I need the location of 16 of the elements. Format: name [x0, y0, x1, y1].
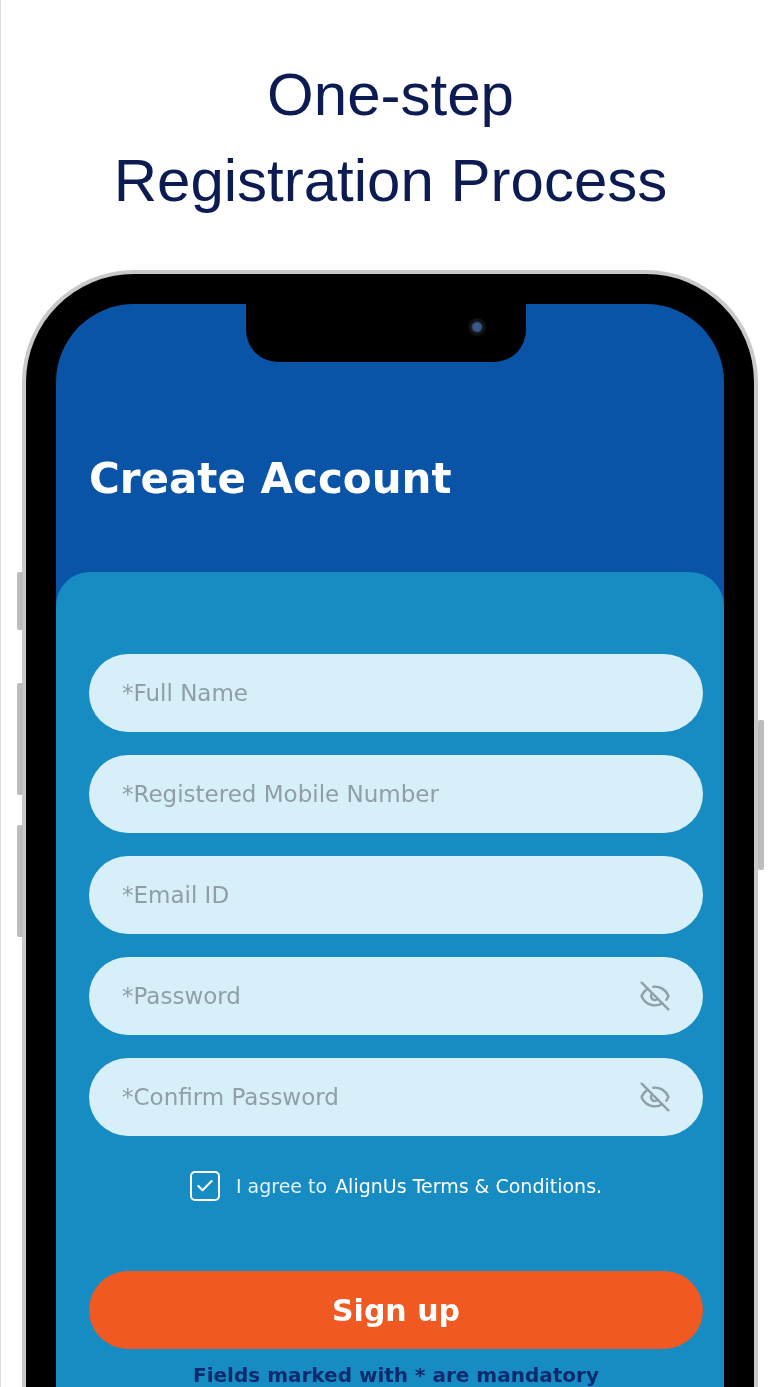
- camera-icon: [468, 318, 486, 336]
- input-field[interactable]: *Password: [89, 957, 703, 1035]
- screen-title: Create Account: [89, 454, 452, 503]
- input-field[interactable]: *Full Name: [89, 654, 703, 732]
- checkbox[interactable]: [189, 1171, 220, 1201]
- headline: One-step: [267, 60, 514, 130]
- input-field[interactable]: *Confirm Password: [89, 1058, 703, 1136]
- input-field[interactable]: *Registered Mobile Number: [89, 755, 703, 833]
- input-field[interactable]: *Email ID: [89, 856, 703, 934]
- sign-up-button[interactable]: Sign up: [89, 1271, 703, 1349]
- agreement-text: I agree to: [235, 1175, 328, 1197]
- headline: Registration Process: [113, 146, 668, 216]
- mandatory-note: Fields marked with * are mandatory: [193, 1363, 599, 1387]
- eye-off-icon[interactable]: [639, 1081, 671, 1113]
- terms-link[interactable]: AlignUs Terms & Conditions.: [335, 1175, 603, 1197]
- eye-off-icon[interactable]: [639, 980, 671, 1012]
